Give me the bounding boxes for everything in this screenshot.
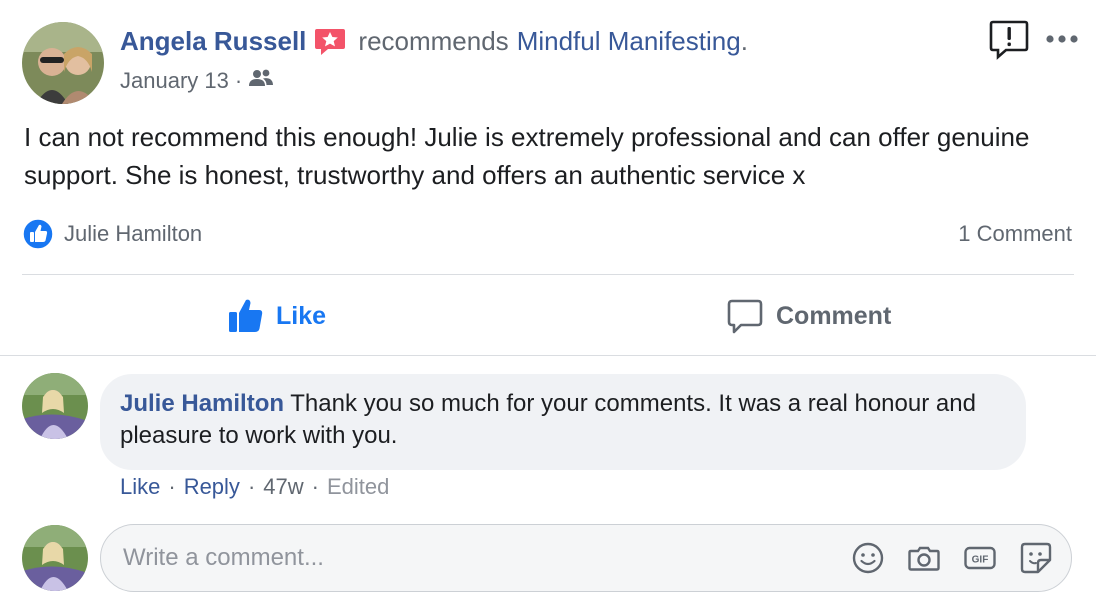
- svg-text:GIF: GIF: [972, 555, 989, 566]
- divider: [22, 274, 1074, 275]
- friends-icon[interactable]: [248, 68, 274, 94]
- post-date[interactable]: January 13: [120, 68, 229, 94]
- current-user-avatar: [22, 525, 88, 591]
- camera-icon[interactable]: [907, 541, 941, 575]
- gif-icon[interactable]: GIF: [963, 541, 997, 575]
- like-reaction-icon[interactable]: [22, 218, 54, 250]
- post-body: I can not recommend this enough! Julie i…: [24, 122, 1030, 190]
- comment-author[interactable]: Julie Hamilton: [120, 390, 284, 417]
- like-button[interactable]: Like: [226, 292, 326, 340]
- comment-composer: GIF: [100, 524, 1072, 592]
- divider: [0, 355, 1096, 356]
- comment-edited[interactable]: Edited: [327, 474, 389, 500]
- thumbs-up-icon: [229, 299, 263, 332]
- comment-icon: [727, 299, 763, 334]
- recommend-badge-icon: [314, 27, 346, 57]
- comment-separator: ·: [247, 474, 256, 499]
- comment-like-link[interactable]: Like: [120, 474, 160, 500]
- comment-actions: Like · Reply · 47w · Edited: [120, 474, 389, 500]
- comment-reply-link[interactable]: Reply: [184, 474, 240, 500]
- comment-button-label: Comment: [776, 301, 892, 330]
- comment-button[interactable]: Comment: [726, 292, 891, 340]
- like-button-label: Like: [276, 301, 327, 330]
- comment-separator: ·: [168, 474, 176, 499]
- emoji-icon[interactable]: [851, 541, 885, 575]
- sticker-icon[interactable]: [1019, 541, 1053, 575]
- author-avatar[interactable]: [22, 22, 104, 104]
- post-card: Angela Russell recommends Mindful Manife…: [0, 0, 1096, 608]
- post-meta: January 13 ·: [120, 68, 274, 94]
- comment-separator: ·: [311, 474, 319, 499]
- meta-separator: ·: [234, 68, 243, 93]
- comment-count[interactable]: 1 Comment: [958, 221, 1072, 247]
- report-icon[interactable]: [988, 18, 1030, 60]
- author-name[interactable]: Angela Russell: [120, 26, 306, 57]
- comment-age[interactable]: 47w: [263, 474, 303, 500]
- commenter-avatar[interactable]: [22, 373, 88, 439]
- recommends-text: recommends: [358, 26, 509, 56]
- page-suffix: .: [740, 26, 748, 56]
- comment-input[interactable]: [123, 525, 823, 590]
- more-options-icon[interactable]: [1044, 32, 1080, 46]
- reactor-name[interactable]: Julie Hamilton: [64, 221, 202, 247]
- comment-bubble: Julie Hamilton Thank you so much for you…: [100, 374, 1026, 470]
- page-name-link[interactable]: Mindful Manifesting: [517, 26, 741, 57]
- author-line: Angela Russell recommends Mindful Manife…: [120, 26, 748, 57]
